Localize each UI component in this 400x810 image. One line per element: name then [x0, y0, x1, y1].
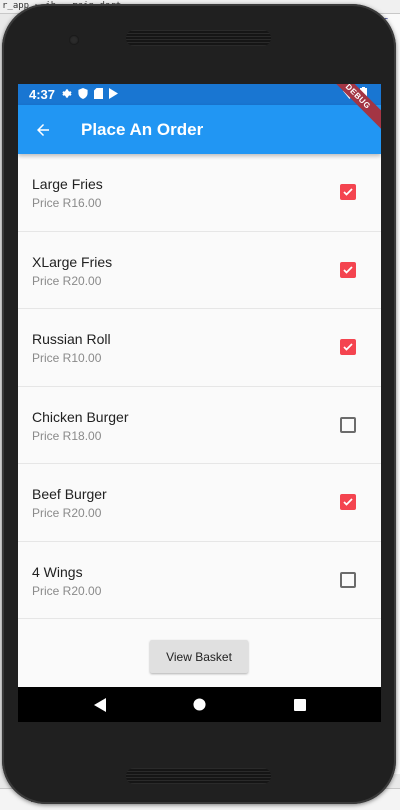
phone-frame: 4:37 Place An Order DEBUG Large Fries Pr… [2, 4, 396, 804]
item-name: Russian Roll [32, 331, 111, 347]
nav-back-button[interactable] [50, 697, 150, 712]
list-item[interactable]: Chicken Burger Price R18.00 [18, 387, 381, 464]
android-nav-bar [18, 687, 381, 722]
item-name: Beef Burger [32, 486, 107, 502]
nav-home-button[interactable] [150, 698, 250, 711]
list-item[interactable]: 4 Wings Price R20.00 [18, 542, 381, 619]
item-checkbox[interactable] [340, 416, 356, 433]
item-price: Price R20.00 [32, 273, 102, 288]
phone-screen: 4:37 Place An Order DEBUG Large Fries Pr… [18, 84, 381, 722]
app-bar: Place An Order [18, 105, 381, 154]
item-name: 4 Wings [32, 563, 83, 580]
nav-recents-button[interactable] [250, 698, 350, 711]
top-speaker [126, 30, 271, 46]
status-bar: 4:37 [18, 84, 381, 105]
item-name: Large Fries [32, 176, 103, 192]
item-checkbox[interactable] [340, 494, 356, 510]
item-price: Price R20.00 [32, 506, 102, 520]
item-checkbox[interactable] [340, 184, 356, 200]
item-price: Price R20.00 [32, 583, 102, 598]
list-item[interactable]: Large Fries Price R16.00 [18, 154, 381, 232]
play-store-icon [109, 87, 119, 102]
item-checkbox[interactable] [340, 261, 356, 278]
item-checkbox[interactable] [340, 339, 356, 355]
view-basket-button[interactable]: View Basket [150, 640, 248, 673]
back-button[interactable] [19, 106, 67, 154]
recents-square-icon [293, 698, 306, 711]
status-time: 4:37 [29, 87, 56, 102]
arrow-back-icon [37, 123, 49, 136]
item-name: Chicken Burger [32, 408, 129, 425]
item-checkbox[interactable] [340, 571, 356, 588]
item-name: XLarge Fries [32, 253, 113, 270]
shield-icon [78, 87, 88, 102]
check-icon [343, 498, 353, 506]
menu-list: Large Fries Price R16.00 XLarge Fries Pr… [18, 154, 381, 619]
item-price: Price R16.00 [32, 196, 102, 210]
page-title: Place An Order [81, 119, 204, 139]
item-price: Price R18.00 [32, 428, 102, 443]
check-icon [343, 265, 353, 274]
home-circle-icon [193, 698, 206, 711]
check-icon [343, 343, 353, 351]
list-item[interactable]: XLarge Fries Price R20.00 [18, 232, 381, 309]
front-camera [69, 35, 79, 45]
list-item[interactable]: Russian Roll Price R10.00 [18, 309, 381, 387]
check-icon [343, 188, 353, 196]
settings-icon [61, 87, 72, 102]
list-item[interactable]: Beef Burger Price R20.00 [18, 464, 381, 542]
back-triangle-icon [93, 697, 106, 712]
bottom-speaker [126, 768, 271, 784]
sd-card-icon [94, 87, 104, 102]
item-price: Price R10.00 [32, 351, 102, 365]
